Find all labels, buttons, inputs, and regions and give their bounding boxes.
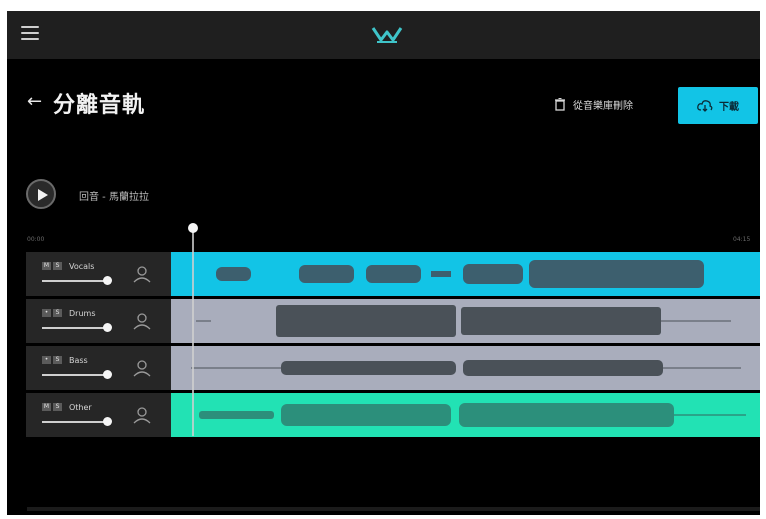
- track-name: Drums: [69, 309, 96, 318]
- volume-slider-knob[interactable]: [103, 323, 112, 332]
- waveform-lane-bass[interactable]: [171, 346, 760, 390]
- person-icon[interactable]: [132, 358, 152, 378]
- volume-slider[interactable]: [42, 280, 108, 282]
- app-frame: ← 分離音軌 從音樂庫刪除 下載 回音 - 馬蘭拉拉 00:00 04:15 M…: [7, 11, 760, 515]
- song-title: 回音 - 馬蘭拉拉: [79, 192, 149, 203]
- waveform-lane-vocals[interactable]: [171, 252, 760, 296]
- waveform-lane-other[interactable]: [171, 393, 760, 437]
- solo-button[interactable]: S: [53, 309, 62, 317]
- mute-button[interactable]: •: [42, 309, 51, 317]
- trash-icon: [555, 97, 565, 111]
- waveform-lane-drums[interactable]: [171, 299, 760, 343]
- volume-slider[interactable]: [42, 374, 108, 376]
- delete-label: 從音樂庫刪除: [573, 100, 633, 112]
- playhead-handle[interactable]: [188, 223, 198, 233]
- back-arrow-icon[interactable]: ←: [27, 91, 42, 112]
- mute-button[interactable]: M: [42, 403, 51, 411]
- play-icon: [38, 189, 48, 201]
- download-label: 下載: [719, 102, 739, 113]
- mute-button[interactable]: •: [42, 356, 51, 364]
- volume-slider[interactable]: [42, 421, 108, 423]
- volume-slider[interactable]: [42, 327, 108, 329]
- delete-from-library-button[interactable]: 從音樂庫刪除: [555, 93, 633, 115]
- track-controls-vocals: M S Vocals: [26, 252, 171, 296]
- top-bar: [7, 11, 760, 59]
- download-button[interactable]: 下載: [678, 87, 758, 124]
- person-icon[interactable]: [132, 264, 152, 284]
- volume-slider-knob[interactable]: [103, 417, 112, 426]
- mute-button[interactable]: M: [42, 262, 51, 270]
- menu-icon[interactable]: [21, 26, 39, 40]
- volume-slider-knob[interactable]: [103, 370, 112, 379]
- time-end: 04:15: [733, 236, 751, 243]
- volume-slider-knob[interactable]: [103, 276, 112, 285]
- track-name: Other: [69, 403, 92, 412]
- track-controls-other: M S Other: [26, 393, 171, 437]
- track-controls-drums: • S Drums: [26, 299, 171, 343]
- track-name: Bass: [69, 356, 88, 365]
- time-start: 00:00: [27, 236, 45, 243]
- app-logo-icon[interactable]: [371, 24, 403, 46]
- person-icon[interactable]: [132, 405, 152, 425]
- solo-button[interactable]: S: [53, 403, 62, 411]
- bottom-divider: [27, 507, 760, 511]
- solo-button[interactable]: S: [53, 262, 62, 270]
- person-icon[interactable]: [132, 311, 152, 331]
- page-title: 分離音軌: [53, 93, 146, 118]
- track-name: Vocals: [69, 262, 95, 271]
- play-button[interactable]: [26, 179, 56, 209]
- solo-button[interactable]: S: [53, 356, 62, 364]
- cloud-download-icon: [697, 99, 713, 112]
- track-controls-bass: • S Bass: [26, 346, 171, 390]
